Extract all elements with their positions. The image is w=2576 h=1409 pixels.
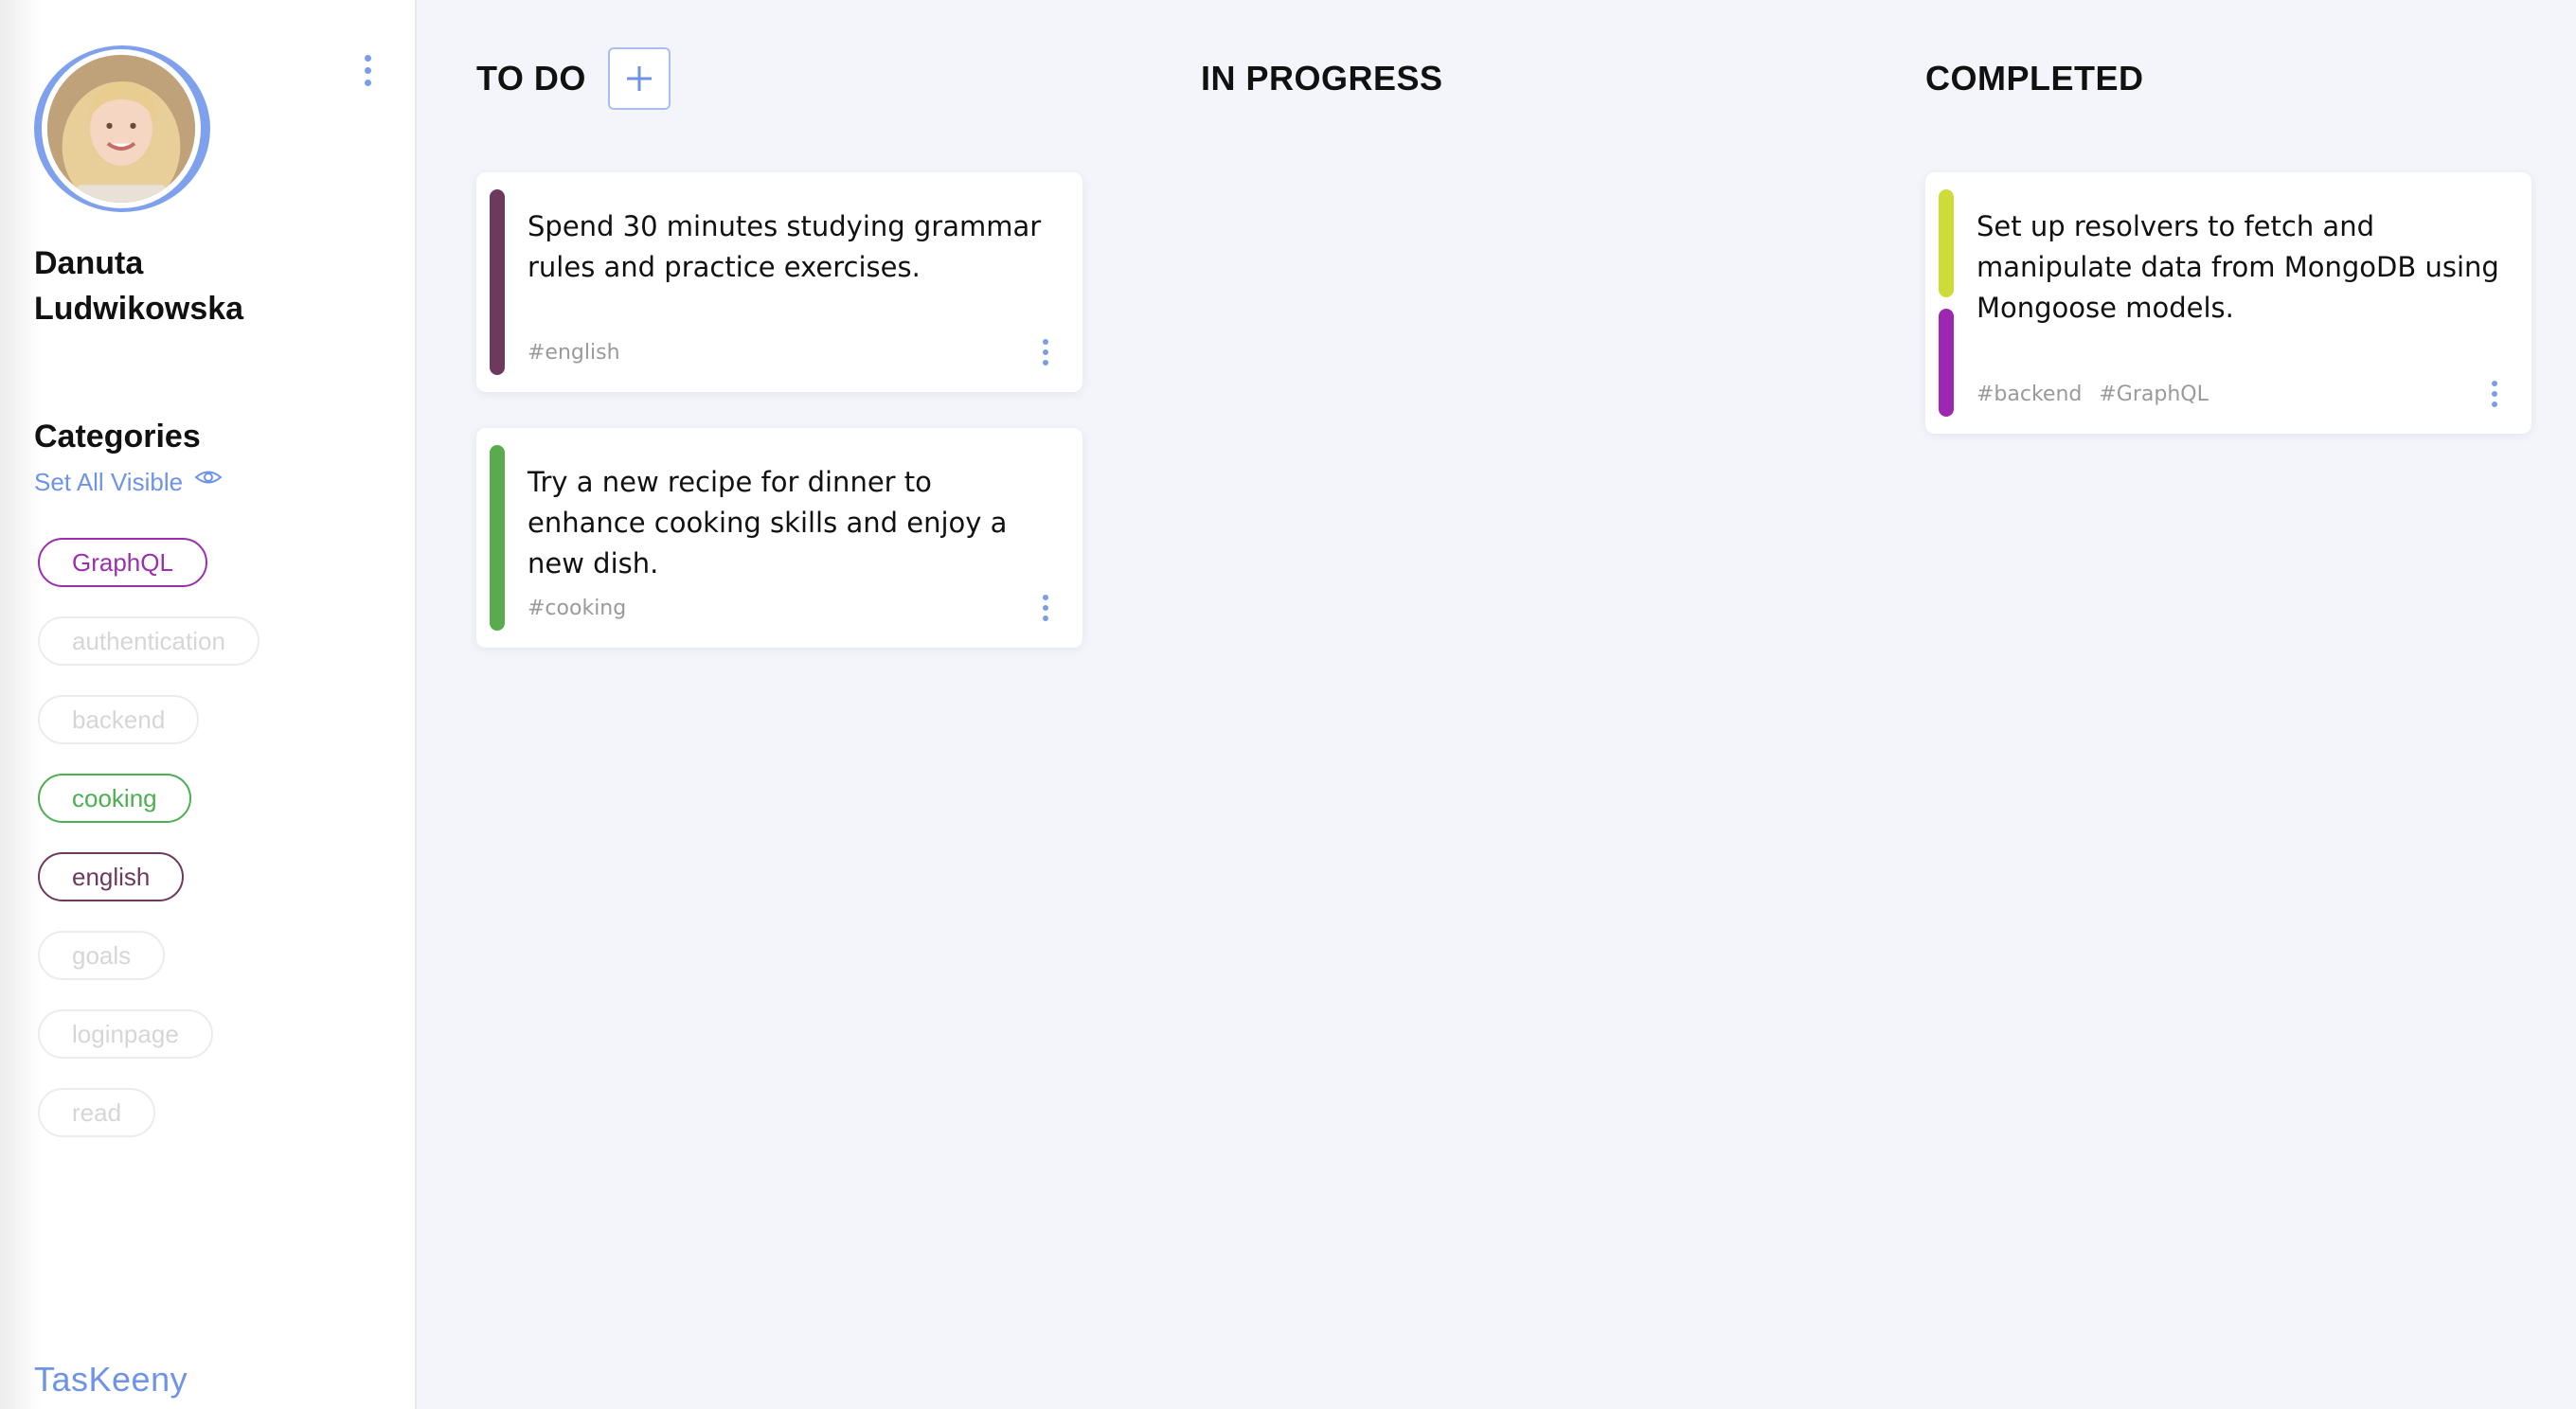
- plus-icon: [627, 66, 652, 91]
- vertical-dots-icon: [364, 54, 371, 62]
- sidebar: Danuta Ludwikowska Categories Set All Vi…: [0, 0, 417, 1409]
- category-color-bar: [490, 445, 505, 631]
- category-row: cooking: [38, 774, 379, 852]
- avatar[interactable]: [34, 45, 210, 212]
- category-chip-read[interactable]: read: [38, 1088, 156, 1137]
- task-menu-button[interactable]: [2480, 375, 2509, 413]
- category-chip-english[interactable]: english: [38, 852, 185, 901]
- vertical-dots-icon: [364, 79, 371, 86]
- task-text: Set up resolvers to fetch and manipulate…: [1977, 210, 2499, 324]
- profile-menu-button[interactable]: [350, 51, 385, 89]
- vertical-dots-icon: [2492, 401, 2497, 407]
- task-card[interactable]: Spend 30 minutes studying grammar rules …: [476, 172, 1082, 392]
- vertical-dots-icon: [2492, 381, 2497, 386]
- category-color-bar: [1939, 309, 1954, 417]
- set-all-visible-link[interactable]: Set All Visible: [34, 468, 223, 497]
- category-chip-authentication[interactable]: authentication: [38, 616, 259, 666]
- column-title-todo: TO DO: [476, 59, 586, 98]
- avatar-image: [47, 55, 195, 203]
- avatar-portrait: [47, 55, 195, 203]
- categories-heading: Categories: [34, 419, 201, 455]
- category-chip-graphql[interactable]: GraphQL: [38, 538, 207, 587]
- vertical-dots-icon: [364, 66, 371, 74]
- task-menu-button[interactable]: [1031, 589, 1060, 627]
- category-list: GraphQL authentication backend cooking engli…: [38, 538, 379, 1167]
- category-row: authentication: [38, 616, 379, 695]
- task-tag: #GraphQL: [2099, 383, 2209, 406]
- vertical-dots-icon: [1043, 339, 1048, 345]
- task-tags: #english: [528, 341, 637, 365]
- user-name: Danuta Ludwikowska: [34, 245, 244, 327]
- vertical-dots-icon: [1043, 360, 1048, 366]
- column-title-completed: COMPLETED: [1925, 59, 2144, 98]
- task-tags: #cooking: [528, 597, 643, 620]
- category-row: english: [38, 852, 379, 931]
- category-row: goals: [38, 931, 379, 1009]
- brand-logo[interactable]: TasKeeny: [34, 1360, 188, 1400]
- task-tag: #english: [528, 341, 620, 365]
- task-tag: #backend: [1977, 383, 2083, 406]
- vertical-dots-icon: [1043, 605, 1048, 611]
- task-tag: #cooking: [528, 597, 627, 620]
- category-row: loginpage: [38, 1009, 379, 1088]
- set-all-visible-label: Set All Visible: [34, 468, 184, 496]
- category-chip-backend[interactable]: backend: [38, 695, 200, 744]
- task-card[interactable]: Set up resolvers to fetch and manipulate…: [1925, 172, 2531, 434]
- eye-icon: [194, 471, 223, 483]
- vertical-dots-icon: [1043, 349, 1048, 355]
- category-row: GraphQL: [38, 538, 379, 616]
- vertical-dots-icon: [1043, 595, 1048, 600]
- task-tags: #backend #GraphQL: [1977, 383, 2226, 406]
- app: Danuta Ludwikowska Categories Set All Vi…: [0, 0, 2576, 1409]
- category-chip-loginpage[interactable]: loginpage: [38, 1009, 213, 1059]
- task-text: Spend 30 minutes studying grammar rules …: [528, 210, 1042, 283]
- category-chip-goals[interactable]: goals: [38, 931, 166, 980]
- category-color-bar: [490, 189, 505, 375]
- category-row: read: [38, 1088, 379, 1167]
- add-task-button[interactable]: [608, 47, 671, 110]
- category-row: backend: [38, 695, 379, 774]
- category-color-bar: [1939, 189, 1954, 297]
- task-menu-button[interactable]: [1031, 333, 1060, 371]
- task-text: Try a new recipe for dinner to enhance c…: [528, 466, 1008, 580]
- vertical-dots-icon: [2492, 391, 2497, 397]
- task-card[interactable]: Try a new recipe for dinner to enhance c…: [476, 428, 1082, 648]
- category-chip-cooking[interactable]: cooking: [38, 774, 191, 823]
- column-title-in-progress: IN PROGRESS: [1201, 59, 1443, 98]
- vertical-dots-icon: [1043, 615, 1048, 621]
